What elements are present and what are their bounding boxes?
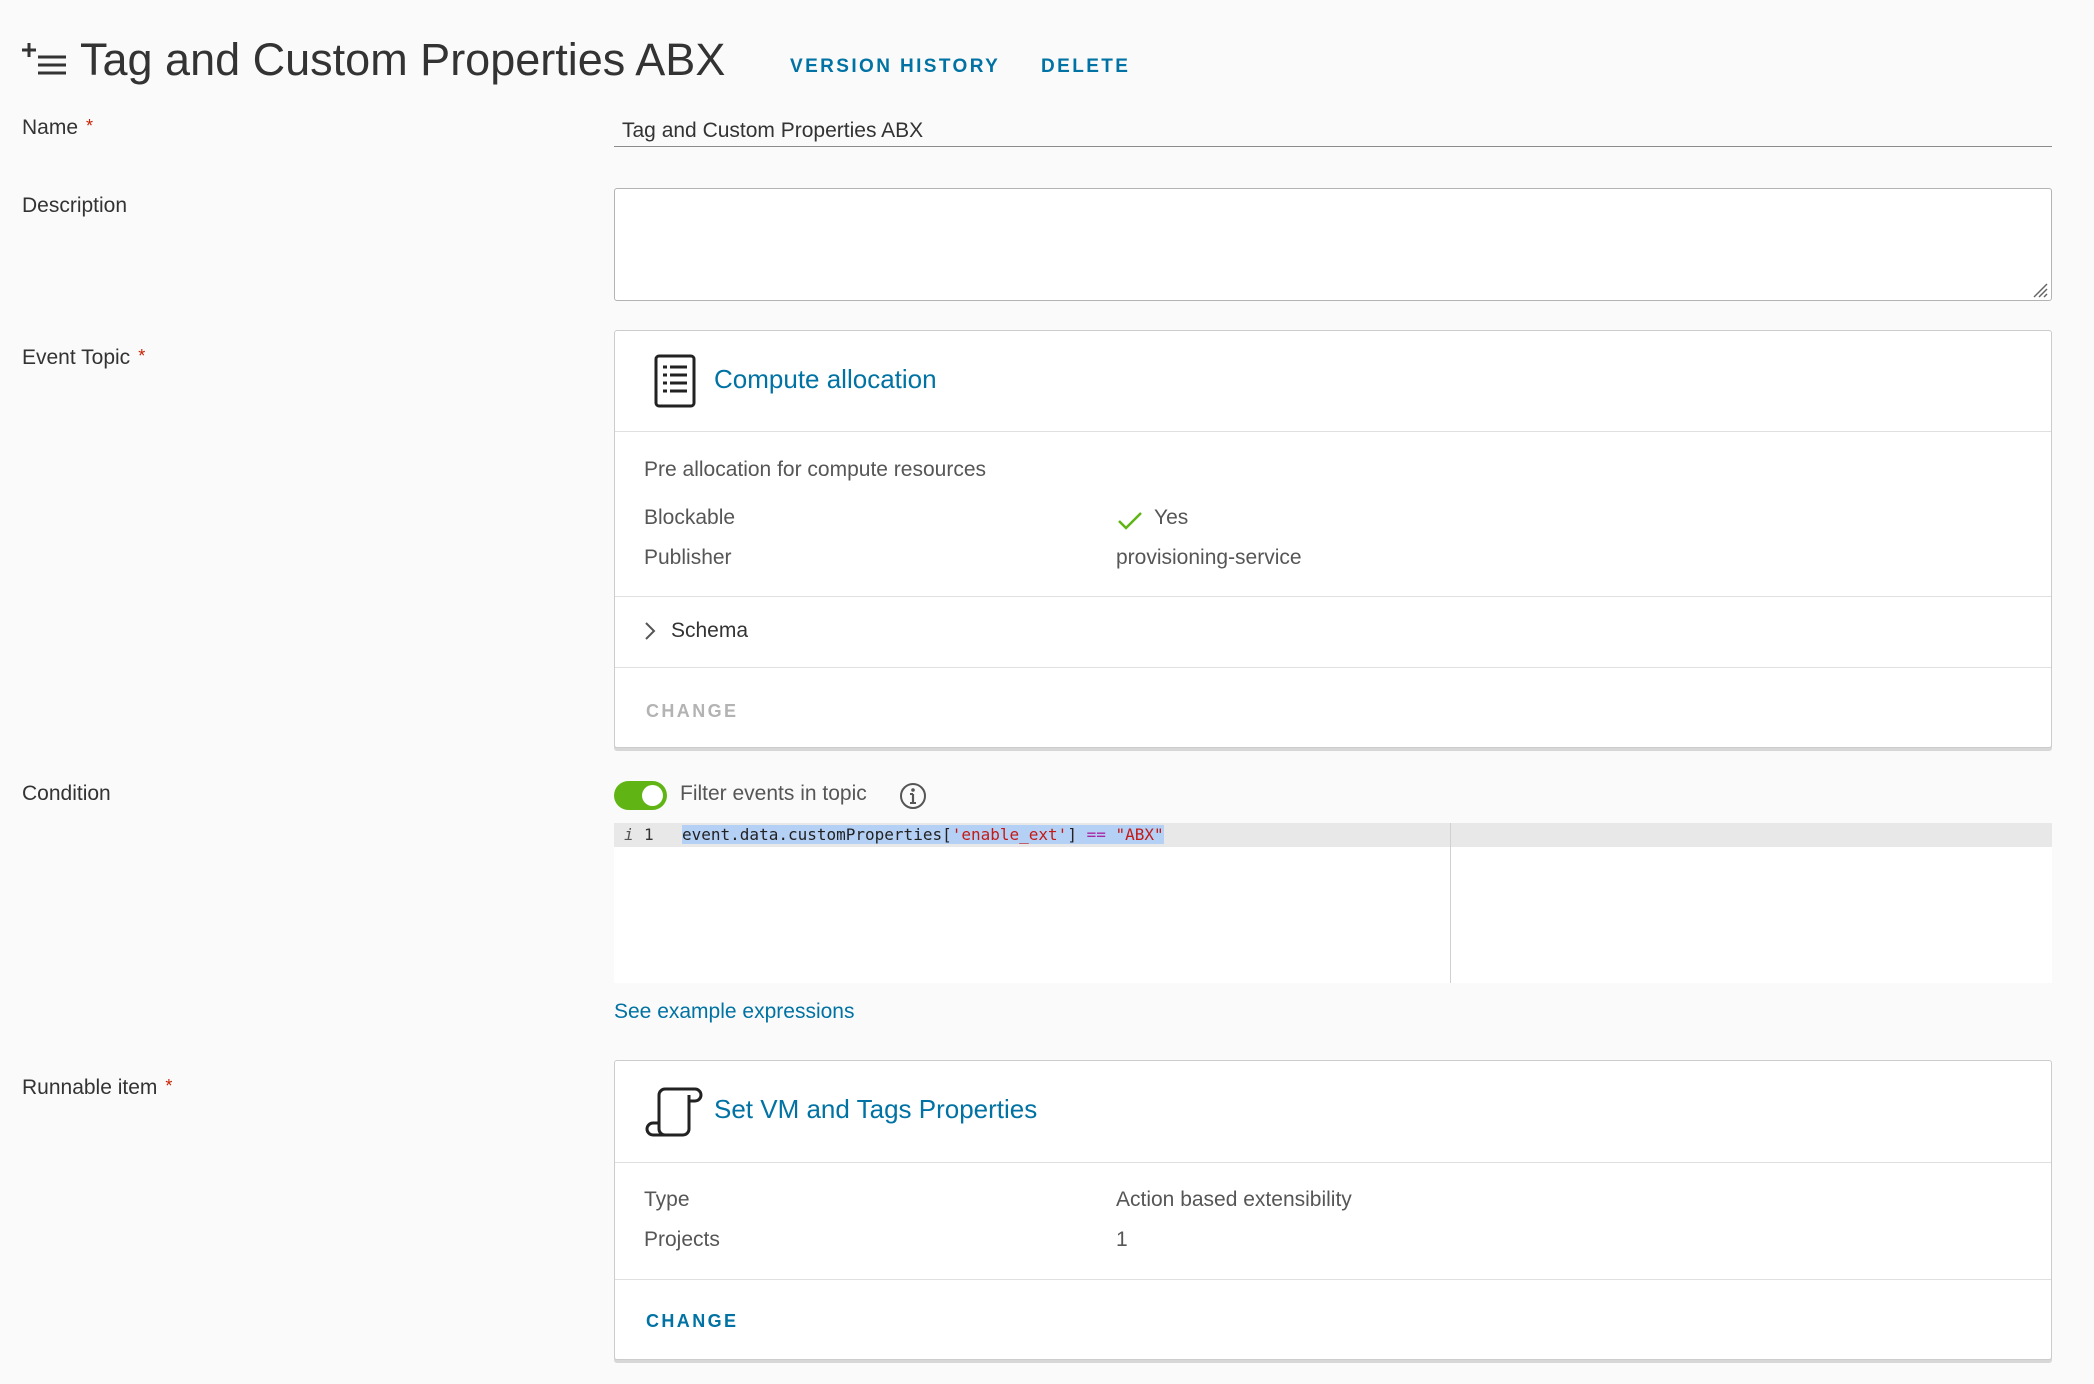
chevron-right-icon (645, 622, 656, 640)
description-textarea[interactable] (614, 188, 2052, 301)
name-input[interactable] (614, 110, 2052, 147)
divider (615, 667, 2051, 668)
event-topic-label: Event Topic * (22, 346, 146, 369)
check-icon (1118, 512, 1142, 530)
line-info-marker: i (624, 825, 634, 844)
event-topic-description: Pre allocation for compute resources (644, 458, 986, 481)
page-title: Tag and Custom Properties ABX (80, 34, 726, 85)
runnable-item-label: Runnable item * (22, 1076, 173, 1099)
condition-label: Condition (22, 782, 111, 805)
projects-key: Projects (644, 1228, 720, 1251)
runnable-item-card: Set VM and Tags Properties Type Action b… (614, 1060, 2052, 1360)
publisher-key: Publisher (644, 546, 732, 569)
delete-button[interactable]: DELETE (1041, 56, 1130, 78)
required-marker: * (138, 346, 146, 366)
required-marker: * (165, 1076, 173, 1096)
filter-toggle-label: Filter events in topic (680, 782, 867, 805)
condition-code-editor[interactable] (614, 823, 2052, 983)
document-list-icon (654, 354, 696, 408)
event-topic-card: Compute allocation Pre allocation for co… (614, 330, 2052, 748)
type-key: Type (644, 1188, 690, 1211)
blockable-key: Blockable (644, 506, 736, 529)
schema-expander[interactable]: Schema (639, 613, 939, 649)
schema-label: Schema (671, 619, 749, 642)
info-icon[interactable] (899, 782, 927, 810)
code-string: 'enable_ext' (951, 825, 1068, 844)
code-operator: == (1086, 825, 1106, 844)
blockable-value: Yes (1154, 506, 1189, 529)
resize-handle-icon[interactable] (2028, 278, 2048, 298)
divider (615, 1162, 2051, 1163)
line-number: 1 (644, 825, 654, 844)
toggle-knob (642, 785, 663, 806)
type-value: Action based extensibility (1116, 1188, 1352, 1211)
runnable-item-title[interactable]: Set VM and Tags Properties (714, 1094, 1037, 1125)
divider (615, 1279, 2051, 1280)
divider (615, 596, 2051, 597)
condition-expression[interactable]: event.data.customProperties['enable_ext'… (682, 825, 1164, 844)
script-scroll-icon (645, 1087, 703, 1137)
event-topic-title[interactable]: Compute allocation (714, 364, 937, 395)
editor-divider (1450, 823, 1451, 983)
projects-value: 1 (1116, 1228, 1128, 1251)
example-expressions-link[interactable]: See example expressions (614, 1000, 854, 1024)
required-marker: * (86, 116, 94, 136)
version-history-button[interactable]: VERSION HISTORY (790, 56, 1000, 78)
name-label: Name * (22, 116, 94, 139)
description-label: Description (22, 194, 128, 217)
code-string: "ABX" (1115, 825, 1164, 844)
divider (615, 431, 2051, 432)
add-list-icon (22, 43, 66, 75)
filter-toggle[interactable] (614, 781, 667, 810)
runnable-item-change-button[interactable]: CHANGE (646, 1311, 738, 1332)
event-topic-change-button[interactable]: CHANGE (646, 701, 738, 722)
publisher-value: provisioning-service (1116, 546, 1302, 569)
